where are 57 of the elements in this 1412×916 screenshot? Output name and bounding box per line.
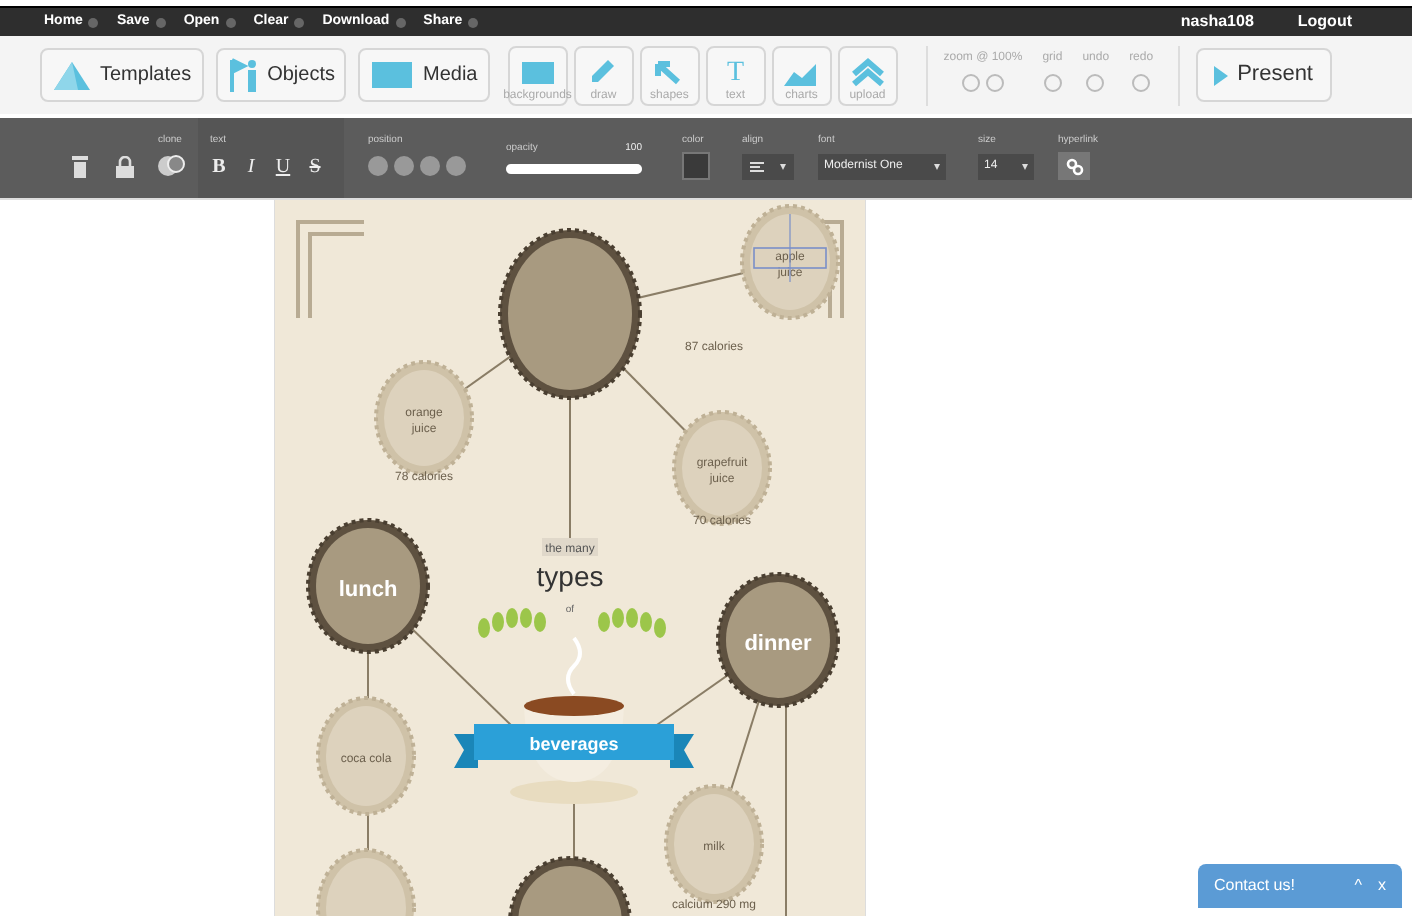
trash-icon[interactable] (72, 155, 88, 177)
selection-box[interactable] (753, 213, 827, 283)
circle-node[interactable] (740, 204, 840, 320)
hyperlink-button[interactable] (1058, 152, 1090, 180)
zoom-out-button[interactable] (985, 73, 1004, 91)
caret-icon (780, 163, 786, 169)
bold-button[interactable]: B (210, 151, 228, 181)
bring-forward-button[interactable] (368, 156, 388, 176)
caret-icon (1022, 163, 1028, 169)
dropdown-icon (155, 17, 166, 27)
bring-to-front-button[interactable] (420, 156, 440, 176)
media-button[interactable]: Media (358, 48, 490, 102)
align-dropdown[interactable] (742, 153, 794, 179)
send-to-back-button[interactable] (446, 156, 466, 176)
present-button[interactable]: Present (1195, 48, 1331, 102)
link-icon (1065, 157, 1083, 175)
username: nasha108 (1180, 10, 1254, 34)
lock-icon[interactable] (116, 155, 134, 177)
dropdown-icon (294, 17, 305, 27)
grid-button[interactable] (1043, 73, 1062, 91)
dropdown-icon (88, 17, 99, 27)
color-swatch[interactable] (682, 152, 710, 180)
play-icon (1213, 65, 1228, 85)
people-icon (227, 57, 260, 93)
panel-icon (517, 57, 558, 87)
circle-node[interactable] (672, 410, 772, 526)
underline-button[interactable]: U (274, 151, 292, 181)
chevrons-icon (847, 57, 888, 87)
circle-node[interactable] (716, 572, 840, 708)
strikethrough-button[interactable]: S (306, 151, 324, 181)
monitor-icon (370, 59, 415, 91)
title-text: types (536, 560, 604, 592)
opacity-slider-fill[interactable] (506, 163, 642, 174)
circle-node[interactable] (316, 696, 416, 816)
text-tool-glyph: T (726, 57, 745, 87)
templates-button[interactable]: Templates (40, 48, 204, 102)
redo-button[interactable] (1132, 73, 1151, 91)
dropdown-icon (225, 17, 236, 27)
node-label: lunch (338, 578, 398, 602)
contact-label: Contact us! (1214, 874, 1295, 898)
logout-link[interactable]: Logout (1297, 10, 1352, 34)
undo-button[interactable] (1086, 73, 1105, 91)
send-backward-button[interactable] (394, 156, 414, 176)
caret-icon (934, 163, 940, 169)
pyramid-icon (52, 59, 92, 91)
ribbon-text: beverages (529, 734, 619, 754)
node-label: dinner (744, 632, 812, 656)
objects-button[interactable]: Objects (215, 48, 347, 102)
clone-icon[interactable] (158, 154, 186, 178)
dropdown-icon (468, 17, 479, 27)
circle-node[interactable] (498, 228, 642, 400)
zoom-in-button[interactable] (961, 73, 980, 91)
circle-node[interactable] (306, 518, 430, 654)
align-icon (750, 161, 764, 171)
dropdown-icon (395, 17, 406, 27)
italic-button[interactable]: I (242, 151, 260, 181)
corner-frame (296, 220, 366, 320)
